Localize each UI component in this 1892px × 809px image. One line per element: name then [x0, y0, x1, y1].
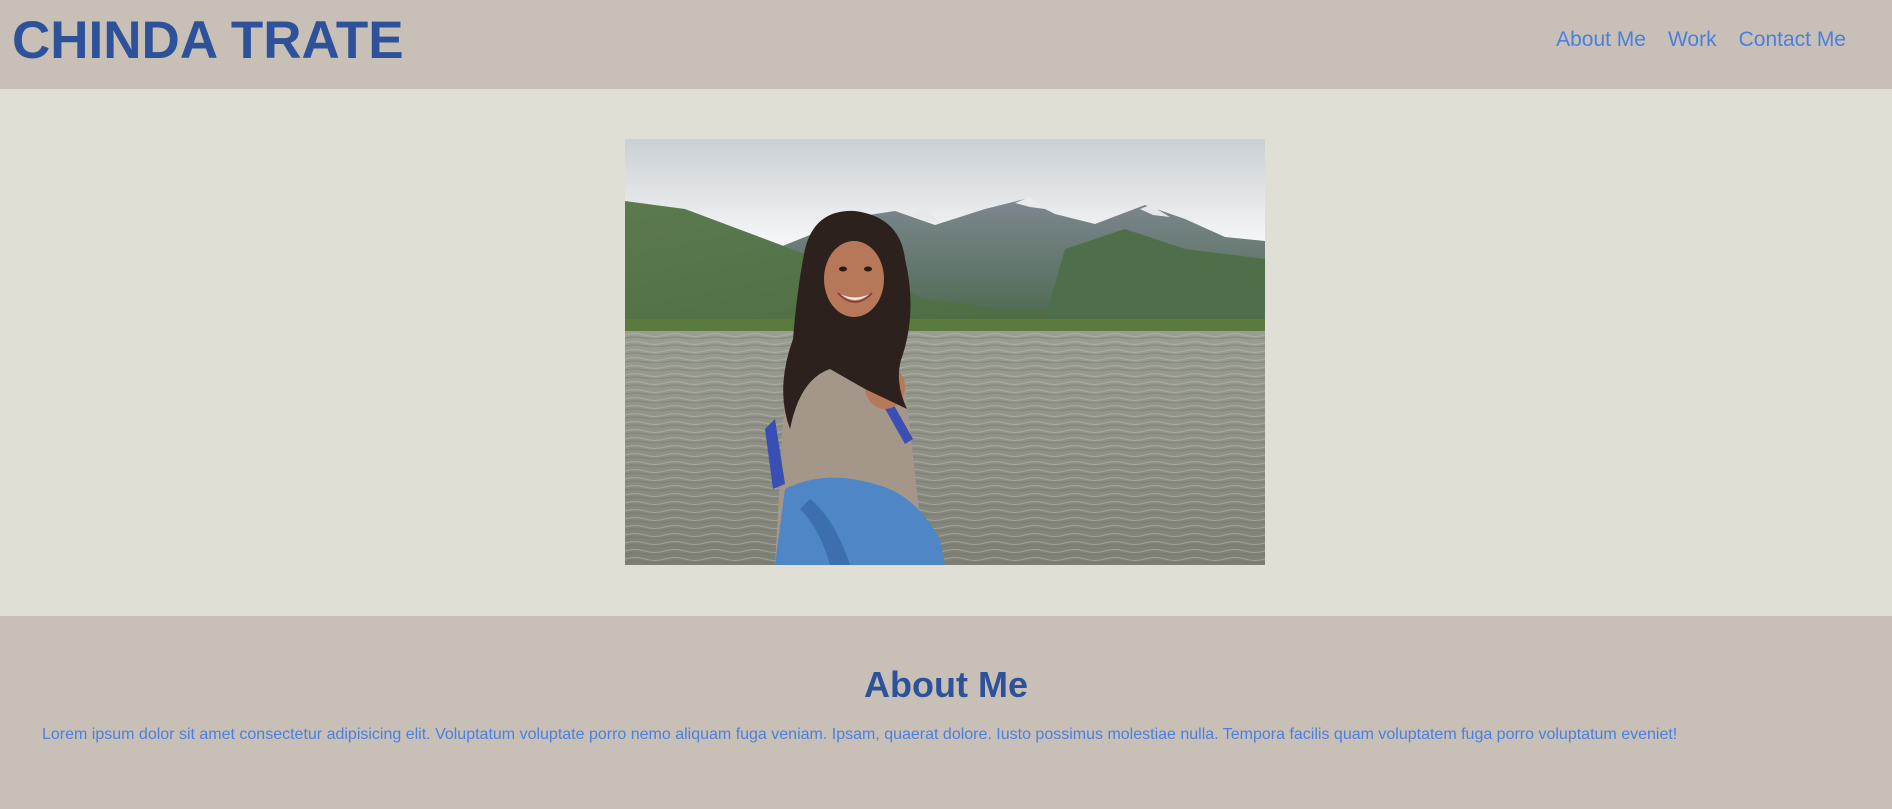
profile-photo	[625, 139, 1265, 565]
nav-link-contact-me[interactable]: Contact Me	[1728, 26, 1857, 54]
main-nav: About Me Work Contact Me	[1545, 26, 1857, 54]
profile-photo-image	[625, 139, 1265, 565]
site-title: CHINDA TRATE	[12, 11, 404, 70]
nav-link-work[interactable]: Work	[1657, 26, 1728, 54]
nav-link-about-me[interactable]: About Me	[1545, 26, 1657, 54]
about-section: About Me Lorem ipsum dolor sit amet cons…	[0, 616, 1892, 809]
about-heading: About Me	[864, 664, 1028, 705]
site-header: CHINDA TRATE About Me Work Contact Me	[0, 0, 1892, 89]
hero-section	[0, 89, 1892, 616]
about-paragraph: Lorem ipsum dolor sit amet consectetur a…	[42, 726, 1678, 743]
